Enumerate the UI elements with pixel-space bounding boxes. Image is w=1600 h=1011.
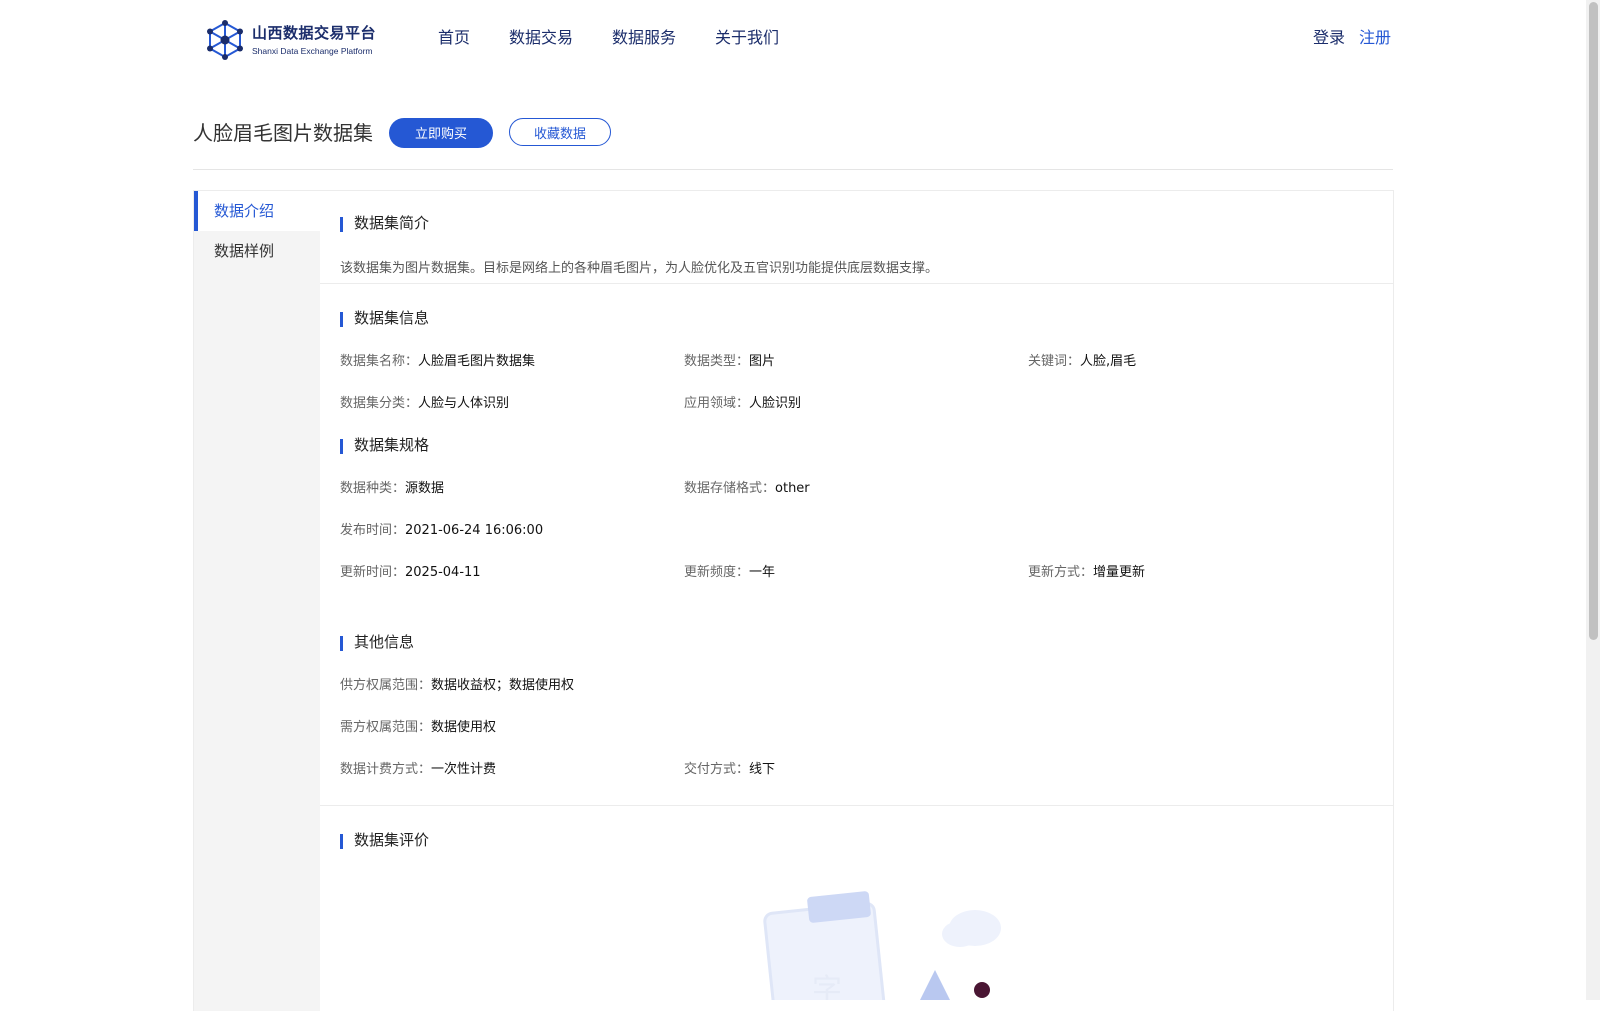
info-row: 数据集分类：人脸与人体识别 应用领域：人脸识别 [340,383,1393,425]
field-label: 关键词： [1028,354,1081,369]
spec-row: 更新时间：2025-04-11 更新频度：一年 更新方式：增量更新 [340,552,1393,594]
field-value: 增量更新 [1093,565,1146,580]
section-spec: 数据集规格 数据种类：源数据 数据存储格式：other 发布时间：2021-06… [320,425,1393,594]
main-nav: 首页 数据交易 数据服务 关于我们 [438,27,818,49]
field-value: 人脸眉毛图片数据集 [418,354,536,369]
field-label: 数据存储格式： [684,481,776,496]
nav-about-us[interactable]: 关于我们 [715,27,779,49]
field-label: 更新频度： [684,565,750,580]
field-value: 线下 [749,762,776,777]
section-title-info: 数据集信息 [340,308,1393,328]
field-label: 发布时间： [340,523,406,538]
field-label: 数据计费方式： [340,762,432,777]
field-value: 一次性计费 [431,762,497,777]
field-label: 需方权属范围： [340,720,432,735]
section-title-spec: 数据集规格 [340,435,1393,455]
empty-state-illustration: 字 [763,891,1001,1000]
nav-home[interactable]: 首页 [438,27,470,49]
section-other: 其他信息 供方权属范围：数据收益权；数据使用权 需方权属范围：数据使用权 数据计… [320,594,1393,805]
section-review: 数据集评价 [320,806,1393,850]
top-header: 山西数据交易平台 Shanxi Data Exchange Platform 首… [0,0,1600,80]
main-content: 数据集简介 该数据集为图片数据集。目标是网络上的各种眉毛图片，为人脸优化及五官识… [320,191,1393,850]
section-intro: 数据集简介 该数据集为图片数据集。目标是网络上的各种眉毛图片，为人脸优化及五官识… [320,191,1393,283]
title-divider [193,169,1393,170]
field-value: 人脸,眉毛 [1080,354,1137,369]
field-value: other [775,481,810,496]
spec-row: 发布时间：2021-06-24 16:06:00 [340,510,1393,552]
auth-links: 登录 注册 [1313,27,1391,49]
field-label: 供方权属范围： [340,678,432,693]
login-link[interactable]: 登录 [1313,27,1345,49]
sidebar: 数据介绍 数据样例 [194,191,320,1011]
svg-text:字: 字 [812,973,842,1000]
field-label: 交付方式： [684,762,750,777]
spec-row: 数据种类：源数据 数据存储格式：other [340,468,1393,510]
intro-text: 该数据集为图片数据集。目标是网络上的各种眉毛图片，为人脸优化及五官识别功能提供底… [340,261,939,276]
nav-data-services[interactable]: 数据服务 [612,27,676,49]
scrollbar-thumb[interactable] [1589,2,1598,640]
nav-data-trading[interactable]: 数据交易 [509,27,573,49]
section-title-intro: 数据集简介 [340,213,1393,233]
field-value: 2025-04-11 [405,565,481,580]
section-title-other: 其他信息 [340,632,1393,652]
site-logo[interactable]: 山西数据交易平台 Shanxi Data Exchange Platform [206,20,376,60]
field-label: 更新时间： [340,565,406,580]
section-title-review: 数据集评价 [340,830,1393,850]
page-title: 人脸眉毛图片数据集 [193,121,373,145]
detail-panel: 数据介绍 数据样例 数据集简介 该数据集为图片数据集。目标是网络上的各种眉毛图片… [193,190,1394,1011]
info-row: 数据集名称：人脸眉毛图片数据集 数据类型：图片 关键词：人脸,眉毛 [340,341,1393,383]
sidebar-item-samples[interactable]: 数据样例 [194,231,320,271]
field-value: 数据使用权 [431,720,497,735]
section-info: 数据集信息 数据集名称：人脸眉毛图片数据集 数据类型：图片 关键词：人脸,眉毛 … [320,284,1393,425]
field-value: 数据收益权；数据使用权 [431,678,575,693]
field-label: 数据种类： [340,481,406,496]
field-label: 更新方式： [1028,565,1094,580]
page-scrollbar[interactable] [1586,0,1600,1000]
logo-subtitle: Shanxi Data Exchange Platform [252,45,373,56]
logo-title: 山西数据交易平台 [252,23,377,42]
field-value: 2021-06-24 16:06:00 [405,523,544,538]
field-label: 数据集分类： [340,396,419,411]
field-value: 图片 [749,354,776,369]
field-value: 一年 [749,565,776,580]
field-value: 人脸与人体识别 [418,396,510,411]
other-row: 需方权属范围：数据使用权 [340,707,1393,749]
other-row: 数据计费方式：一次性计费 交付方式：线下 [340,749,1393,791]
network-logo-icon [207,20,243,60]
field-value: 源数据 [405,481,445,496]
dataset-title-bar: 人脸眉毛图片数据集 立即购买 收藏数据 [193,118,1393,170]
field-label: 数据类型： [684,354,750,369]
field-value: 人脸识别 [749,396,802,411]
sidebar-item-introduction[interactable]: 数据介绍 [194,191,320,231]
field-label: 应用领域： [684,396,750,411]
other-row: 供方权属范围：数据收益权；数据使用权 [340,665,1393,707]
field-label: 数据集名称： [340,354,419,369]
favorite-button[interactable]: 收藏数据 [509,118,611,146]
register-link[interactable]: 注册 [1359,27,1391,49]
buy-now-button[interactable]: 立即购买 [389,118,493,148]
